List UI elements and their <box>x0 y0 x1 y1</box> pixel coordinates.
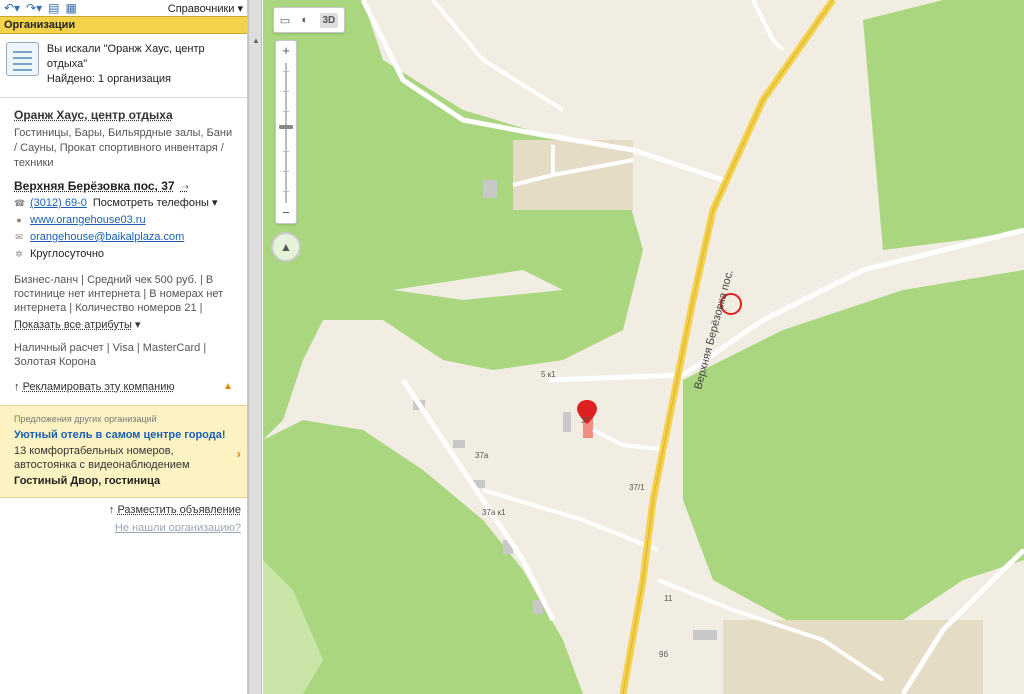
offer-org-name: Гостиный Двор, гостиница <box>14 475 161 487</box>
directories-menu[interactable]: Справочники ▾ <box>168 2 243 15</box>
organization-card: Оранж Хаус, центр отдыха Гостиницы, Бары… <box>0 98 247 393</box>
show-phones-button[interactable]: Посмотреть телефоны ▾ <box>93 196 218 210</box>
show-all-attributes-button[interactable]: Показать все атрибуты ▾ <box>14 318 233 331</box>
search-query-text: Вы искали "Оранж Хаус, центр отдыха" <box>46 43 205 70</box>
payment-methods: Наличный расчет | Visa | MasterCard | Зо… <box>14 342 207 368</box>
notebook-icon <box>6 42 39 76</box>
offer-description: 13 комфортабельных номеров, автостоянка … <box>14 445 190 471</box>
envelope-icon: ✉ <box>15 232 23 242</box>
redo-icon[interactable]: ↷▾ <box>26 1 42 15</box>
website-row: ● www.orangehouse03.ru <box>14 213 233 227</box>
phone-icon: ☎ <box>14 198 26 208</box>
house-label: 37/1 <box>629 483 645 492</box>
other-offers-box: Предложения других организаций Уютный от… <box>0 405 247 498</box>
small-building <box>453 440 465 448</box>
small-building <box>563 412 571 432</box>
zoom-track[interactable] <box>285 63 287 203</box>
print-icon[interactable]: ▦ <box>66 1 77 15</box>
search-summary: Вы искали "Оранж Хаус, центр отдыха" Най… <box>0 34 247 98</box>
email-link[interactable]: orangehouse@baikalplaza.com <box>30 230 184 244</box>
locate-pin-icon[interactable]: ⇢ <box>181 182 189 193</box>
house-label: 37а <box>475 451 489 460</box>
small-building <box>483 180 497 198</box>
phone-link[interactable]: (3012) 69-0 <box>30 196 87 210</box>
org-name-link[interactable]: Оранж Хаус, центр отдыха <box>14 108 233 122</box>
zoom-tick <box>283 171 289 172</box>
offer-next-arrow-icon[interactable]: › <box>237 446 241 461</box>
collapse-arrow-icon[interactable]: ▲ <box>252 36 260 45</box>
org-address-link[interactable]: Верхняя Берёзовка пос, 37 ⇢ <box>14 179 233 193</box>
map-canvas[interactable]: Верхняя Берёзовка пос. 5 к1 37 37а 37/1 … <box>263 0 1024 694</box>
house-label: 37а к1 <box>482 508 506 517</box>
advertise-link[interactable]: ↑ Рекламировать эту компанию <box>14 381 175 393</box>
house-label: 37 <box>581 416 590 425</box>
map-view[interactable]: Верхняя Берёзовка пос. 5 к1 37 37а 37/1 … <box>263 0 1024 694</box>
not-found-link[interactable]: Не нашли организацию? <box>0 516 247 534</box>
traffic-icon[interactable]: ◐ <box>301 14 308 26</box>
building-block-north <box>513 140 633 210</box>
globe-icon: ● <box>16 215 22 225</box>
zoom-control: + − <box>275 40 297 224</box>
save-icon[interactable]: ▤ <box>48 1 59 15</box>
hours-row: ✲ Круглосуточно <box>14 247 233 261</box>
clock-icon: ✲ <box>15 249 23 259</box>
org-attributes: Бизнес-ланч | Средний чек 500 руб. | В г… <box>14 274 224 314</box>
zoom-tick <box>283 91 289 92</box>
org-categories: Гостиницы, Бары, Бильярдные залы, Бани /… <box>14 127 233 169</box>
small-building <box>693 630 717 640</box>
zoom-in-button[interactable]: + <box>276 42 296 60</box>
house-label: 11 <box>664 594 673 603</box>
forest-area-northeast <box>863 0 1024 250</box>
warning-icon[interactable]: ▲ <box>223 381 233 393</box>
left-panel: ↶▾ ↷▾ ▤ ▦ Справочники ▾ Организации Вы и… <box>0 0 248 694</box>
house-label: 9б <box>659 650 668 659</box>
zoom-tick <box>283 71 289 72</box>
offers-heading: Предложения других организаций <box>14 414 157 424</box>
phone-row: ☎ (3012) 69-0 Посмотреть телефоны ▾ <box>14 196 233 210</box>
zoom-out-button[interactable]: − <box>276 204 296 222</box>
zoom-tick <box>283 151 289 152</box>
place-ad-link[interactable]: ↑ Разместить объявление <box>0 498 247 516</box>
panel-splitter[interactable]: ▲ <box>248 0 262 694</box>
house-label: 5 к1 <box>541 370 556 379</box>
zoom-slider-thumb[interactable] <box>279 125 293 129</box>
found-count-text: Найдено: 1 организация <box>46 73 172 85</box>
offer-title-link[interactable]: Уютный отель в самом центре города! <box>14 429 233 441</box>
organizations-header: Организации <box>0 16 247 34</box>
ruler-icon[interactable]: ▭ <box>280 14 290 27</box>
hours-text: Круглосуточно <box>30 248 105 260</box>
zoom-tick <box>283 191 289 192</box>
advertise-row: ↑ Рекламировать эту компанию ▲ <box>14 381 233 393</box>
website-link[interactable]: www.orangehouse03.ru <box>30 213 146 227</box>
3d-button[interactable]: 3D <box>319 12 339 28</box>
undo-icon[interactable]: ↶▾ <box>4 1 20 15</box>
compass-icon[interactable]: ▲ <box>271 232 301 262</box>
zoom-tick <box>283 111 289 112</box>
map-controls-toolbar: ▭ ◐ 3D <box>273 7 345 33</box>
email-row: ✉ orangehouse@baikalplaza.com <box>14 230 233 244</box>
panel-toolbar: ↶▾ ↷▾ ▤ ▦ Справочники ▾ <box>0 0 247 16</box>
